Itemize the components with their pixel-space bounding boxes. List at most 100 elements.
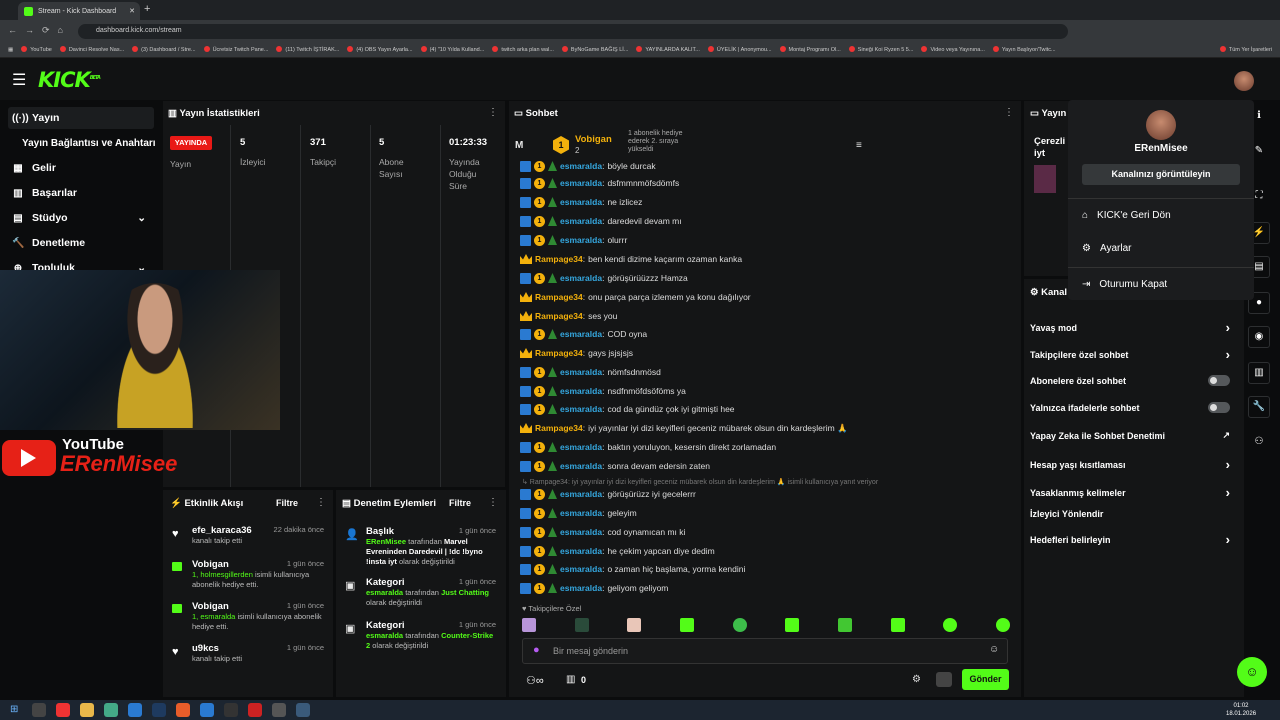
taskbar-app-icon[interactable] bbox=[80, 703, 94, 717]
windows-start-icon[interactable]: ⊞ bbox=[10, 704, 18, 715]
chat-message[interactable]: 1 esmaralda: ne izlicez bbox=[520, 194, 642, 210]
followers-only-row[interactable]: Takipçilere özel sohbet › bbox=[1030, 347, 1230, 362]
bookmark-item[interactable]: (11) Twitch İŞTİRAK... bbox=[276, 46, 339, 53]
clipboard-icon[interactable]: ▥ bbox=[1248, 362, 1270, 384]
taskbar-app-icon[interactable] bbox=[248, 703, 262, 717]
kick-logo[interactable]: KICKBETA bbox=[38, 68, 101, 92]
taskbar-app-icon[interactable] bbox=[152, 703, 166, 717]
chat-username[interactable]: esmaralda bbox=[560, 329, 602, 339]
nav-buttons[interactable]: ←→⟳⌂ bbox=[8, 25, 71, 36]
emote-icon[interactable] bbox=[837, 618, 852, 632]
emote-icon[interactable] bbox=[943, 618, 958, 632]
chat-message[interactable]: 1 esmaralda: geleyim bbox=[520, 505, 637, 521]
moderation-menu-icon[interactable]: ⋮ bbox=[488, 497, 498, 508]
chat-message[interactable]: 1 esmaralda: nsdfnmöfdsöföms ya bbox=[520, 383, 686, 399]
subscribers-only-toggle[interactable] bbox=[1208, 375, 1230, 386]
chat-menu-icon[interactable]: ⋮ bbox=[1004, 107, 1014, 118]
chat-message[interactable]: Rampage34: onu parça parça izlemem ya kon… bbox=[520, 289, 751, 305]
users-icon[interactable]: ⚇ bbox=[1248, 432, 1270, 454]
bookmark-item[interactable]: ÜYELİK | Anonymou... bbox=[707, 46, 772, 53]
chat-username[interactable]: esmaralda bbox=[560, 386, 602, 396]
chat-message[interactable]: 1 esmaralda: böyle durcak bbox=[520, 158, 656, 174]
filter-icon[interactable]: ≡ bbox=[856, 140, 862, 151]
chat-username[interactable]: esmaralda bbox=[560, 583, 602, 593]
back-to-kick-item[interactable]: ⌂ KICK'e Geri Dön bbox=[1082, 210, 1171, 221]
sidebar-item-studyo[interactable]: ▤ Stüdyo ⌄ bbox=[8, 207, 154, 229]
gifter-name[interactable]: Vobigan bbox=[575, 134, 612, 145]
bookmark-item[interactable]: Tüm Yer İşaretleri bbox=[1219, 46, 1272, 53]
chat-message[interactable]: 1 esmaralda: görüşürüüzzz Hamza bbox=[520, 270, 688, 286]
chat-message[interactable]: Rampage34: ben kendi dizime kaçarım ozama… bbox=[520, 251, 742, 267]
emote-icon[interactable] bbox=[574, 618, 589, 632]
chat-username[interactable]: esmaralda bbox=[560, 508, 602, 518]
taskbar-app-icon[interactable] bbox=[224, 703, 238, 717]
banned-words-row[interactable]: Yasaklanmış kelimeler › bbox=[1030, 485, 1230, 500]
url-bar[interactable]: dashboard.kick.com/stream bbox=[78, 24, 1068, 39]
chat-username[interactable]: Rampage34 bbox=[535, 254, 583, 264]
chat-username[interactable]: esmaralda bbox=[560, 489, 602, 499]
chat-username[interactable]: esmaralda bbox=[560, 367, 602, 377]
chat-message[interactable]: Rampage34: iyi yayınlar iyi dizi keyifler… bbox=[520, 420, 848, 436]
taskbar-app-icon[interactable] bbox=[200, 703, 214, 717]
chat-message[interactable]: 1 esmaralda: o zaman hiç başlama, yorma ke… bbox=[520, 561, 745, 577]
user-avatar[interactable] bbox=[1234, 71, 1254, 91]
slow-mode-row[interactable]: Yavaş mod › bbox=[1030, 320, 1230, 335]
bookmark-item[interactable]: Montaj Programı Ol... bbox=[779, 46, 841, 53]
chat-message[interactable]: Rampage34: ses you bbox=[520, 308, 617, 324]
points-icon[interactable]: ⚇∞ bbox=[526, 674, 544, 687]
chat-message[interactable]: 1 esmaralda: cod da gündüz çok iyi gitmişt… bbox=[520, 401, 735, 417]
emote-icon[interactable] bbox=[522, 618, 536, 632]
emote-only-toggle[interactable] bbox=[1208, 402, 1230, 413]
taskbar-app-icon[interactable] bbox=[128, 703, 142, 717]
chat-username[interactable]: Rampage34 bbox=[535, 423, 583, 433]
chat-username[interactable]: esmaralda bbox=[560, 178, 602, 188]
moderation-filter-button[interactable]: Filtre bbox=[449, 498, 471, 508]
chat-username[interactable]: esmaralda bbox=[560, 564, 602, 574]
taskbar-app-icon[interactable] bbox=[272, 703, 286, 717]
chat-message[interactable]: 1 esmaralda: daredevil devam mı bbox=[520, 213, 682, 229]
taskbar-app-icon[interactable] bbox=[176, 703, 190, 717]
chat-username[interactable]: esmaralda bbox=[560, 197, 602, 207]
chat-username[interactable]: esmaralda bbox=[560, 235, 602, 245]
browser-tab[interactable]: Stream - Kick Dashboard ✕ bbox=[18, 2, 140, 20]
sidebar-item-denetleme[interactable]: 🔨 Denetleme bbox=[8, 232, 154, 254]
view-channel-button[interactable]: Kanalınızı görüntüleyin bbox=[1082, 164, 1240, 185]
chat-username[interactable]: Rampage34 bbox=[535, 311, 583, 321]
chat-input-box[interactable]: ● Bir mesaj gönderin ☺ bbox=[522, 638, 1008, 664]
chat-message[interactable]: 1 esmaralda: geliyom geliyom bbox=[520, 580, 668, 596]
chat-username[interactable]: Rampage34 bbox=[535, 292, 583, 302]
bookmark-item[interactable]: Sineği Koi Ryzen 5 5... bbox=[848, 46, 913, 53]
emoji-icon[interactable]: ☺ bbox=[989, 644, 999, 655]
bookmark-item[interactable]: YAYINLARDA KALIT... bbox=[636, 46, 700, 53]
chat-username[interactable]: esmaralda bbox=[560, 404, 602, 414]
settings-item[interactable]: ⚙ Ayarlar bbox=[1082, 243, 1131, 254]
taskbar-app-icon[interactable] bbox=[104, 703, 118, 717]
wrench-icon[interactable]: 🔧 bbox=[1248, 396, 1270, 418]
chat-message[interactable]: 1 esmaralda: baktın yoruluyon, kesersin di… bbox=[520, 439, 776, 455]
chat-message[interactable]: 1 esmaralda: dsfmmnmöfsdömfs bbox=[520, 175, 679, 191]
bookmark-item[interactable]: Yayın Başlıyor/Twitc... bbox=[992, 46, 1056, 53]
emote-icon[interactable] bbox=[679, 618, 694, 632]
emote-icon[interactable] bbox=[627, 618, 642, 632]
sidebar-item-basarilar[interactable]: ▥ Başarılar bbox=[8, 182, 154, 204]
sidebar-item-yayin[interactable]: ((·)) Yayın bbox=[8, 107, 154, 129]
bookmark-item[interactable]: twitch arka plan wal... bbox=[492, 46, 554, 53]
hamburger-menu-icon[interactable]: ☰ bbox=[12, 70, 26, 90]
activity-menu-icon[interactable]: ⋮ bbox=[316, 497, 326, 508]
chat-message[interactable]: 1 esmaralda: nömfsdnmösd bbox=[520, 364, 661, 380]
bookmark-item[interactable]: Davinci Resolve Nas... bbox=[59, 46, 124, 53]
support-chat-icon[interactable]: ☺ bbox=[1237, 657, 1267, 687]
chat-message[interactable]: 1 esmaralda: görüşürüzz iyi gecelerrr bbox=[520, 486, 696, 502]
chat-username[interactable]: esmaralda bbox=[560, 442, 602, 452]
emote-icon[interactable] bbox=[732, 618, 747, 632]
activity-filter-button[interactable]: Filtre bbox=[276, 498, 298, 508]
chat-username[interactable]: esmaralda bbox=[560, 216, 602, 226]
chat-message[interactable]: 1 esmaralda: olurrr bbox=[520, 232, 627, 248]
taskbar-app-icon[interactable] bbox=[32, 703, 46, 717]
bookmark-item[interactable]: (3) Dashboard / Stre... bbox=[132, 46, 196, 53]
chat-message[interactable]: Rampage34: gays jsjsjsjs bbox=[520, 345, 633, 361]
broadcast-icon[interactable]: ◉ bbox=[1248, 326, 1270, 348]
bookmark-item[interactable]: ByNoGame BAĞIŞ Lİ... bbox=[561, 46, 628, 53]
stats-menu-icon[interactable]: ⋮ bbox=[488, 107, 498, 118]
bookmark-item[interactable]: Video veya Yayınına... bbox=[921, 46, 985, 53]
